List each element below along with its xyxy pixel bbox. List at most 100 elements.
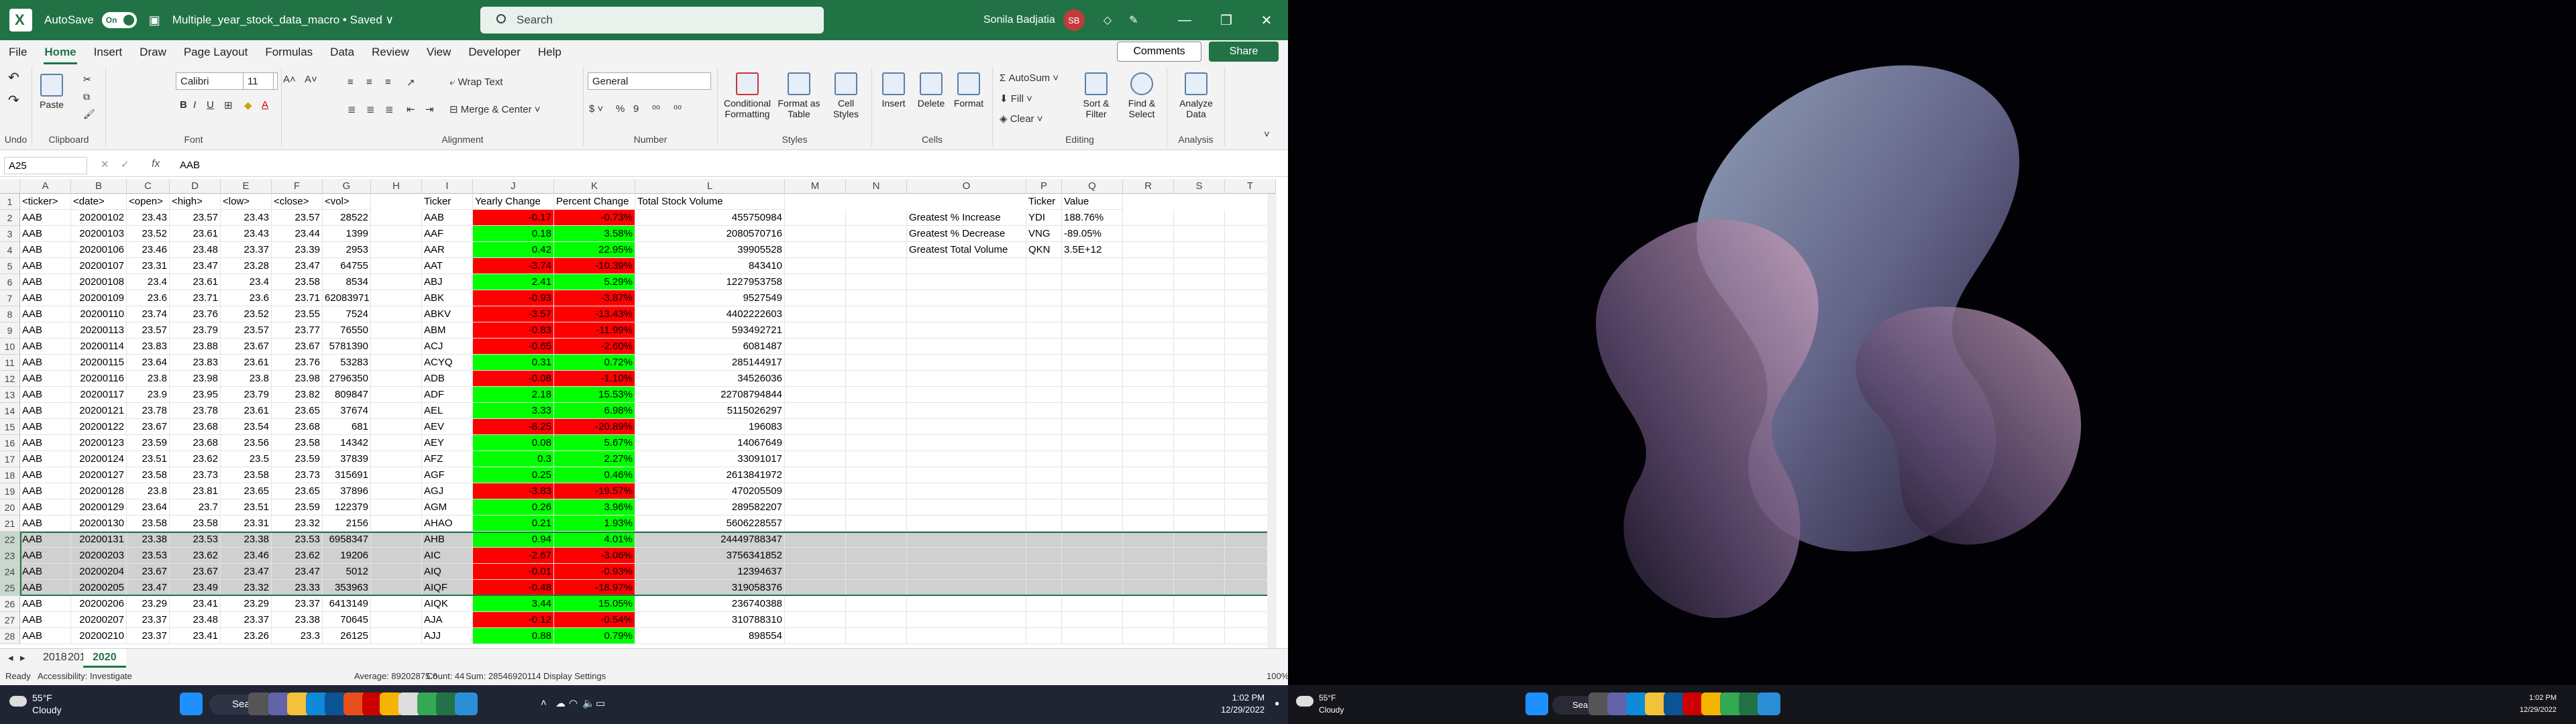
table-cell[interactable] [1062, 419, 1123, 435]
table-cell[interactable]: 23.3 [272, 628, 323, 644]
table-cell[interactable]: AJA [422, 612, 473, 628]
table-cell[interactable]: -10.39% [554, 258, 635, 274]
find-select-button[interactable]: Find & Select [1120, 72, 1163, 119]
table-cell[interactable] [1123, 483, 1174, 499]
table-cell[interactable] [846, 355, 907, 371]
table-cell[interactable]: 20200210 [71, 628, 127, 644]
table-cell[interactable]: 2156 [323, 516, 371, 532]
table-cell[interactable] [907, 387, 1026, 403]
table-cell[interactable] [371, 322, 422, 339]
number-format-select[interactable]: General [588, 72, 711, 90]
close-icon[interactable]: ✕ [1248, 0, 1285, 40]
table-cell[interactable]: AAB [20, 548, 71, 564]
diamond-icon[interactable]: ◇ [1104, 13, 1112, 27]
table-cell[interactable] [846, 290, 907, 306]
table-cell[interactable]: AAB [20, 290, 71, 306]
column-header[interactable]: L [635, 179, 785, 194]
table-cell[interactable]: 23.44 [272, 226, 323, 242]
align-right-icon[interactable]: ≣ [385, 103, 394, 115]
tab-review[interactable]: Review [363, 46, 418, 64]
table-cell[interactable]: AAB [20, 274, 71, 290]
table-cell[interactable] [846, 387, 907, 403]
table-cell[interactable]: 20200124 [71, 451, 127, 467]
table-cell[interactable]: -3.06% [554, 548, 635, 564]
table-cell[interactable]: 23.78 [127, 403, 170, 419]
table-cell[interactable]: ACJ [422, 339, 473, 355]
table-cell[interactable]: 23.43 [221, 226, 272, 242]
table-cell[interactable] [1026, 306, 1062, 322]
row-header[interactable]: 25 [0, 580, 20, 596]
table-cell[interactable]: 23.95 [170, 387, 221, 403]
table-cell[interactable]: AAB [20, 564, 71, 580]
table-cell[interactable] [785, 580, 846, 596]
autosum-button[interactable]: Σ AutoSum ˅ [1000, 72, 1059, 84]
table-cell[interactable]: 23.38 [127, 532, 170, 548]
table-cell[interactable]: 20200122 [71, 419, 127, 435]
table-cell[interactable] [1062, 612, 1123, 628]
python-icon-2[interactable] [1758, 692, 1780, 715]
table-cell[interactable] [371, 355, 422, 371]
table-cell[interactable] [1174, 339, 1225, 355]
column-header[interactable]: T [1225, 179, 1276, 194]
table-cell[interactable]: 23.73 [170, 467, 221, 483]
table-cell[interactable]: 23.57 [272, 210, 323, 226]
table-cell[interactable]: 0.94 [473, 532, 554, 548]
table-cell[interactable]: 23.79 [221, 387, 272, 403]
table-cell[interactable] [371, 290, 422, 306]
row-header[interactable]: 21 [0, 516, 20, 532]
table-cell[interactable] [1062, 403, 1123, 419]
sheet-tab-2020[interactable]: 2020 [83, 649, 126, 668]
table-cell[interactable]: 20200127 [71, 467, 127, 483]
table-cell[interactable]: 20200102 [71, 210, 127, 226]
table-cell[interactable]: 23.64 [127, 355, 170, 371]
table-cell[interactable]: AAB [20, 306, 71, 322]
table-cell[interactable]: ABM [422, 322, 473, 339]
table-cell[interactable]: AJJ [422, 628, 473, 644]
insert-button[interactable]: Insert [876, 72, 911, 109]
table-cell[interactable]: ADB [422, 371, 473, 387]
table-cell[interactable]: 14342 [323, 435, 371, 451]
table-cell[interactable]: 23.59 [127, 435, 170, 451]
formula-input[interactable]: AAB [176, 157, 1276, 174]
table-cell[interactable]: 4402222603 [635, 306, 785, 322]
table-cell[interactable] [1062, 339, 1123, 355]
table-cell[interactable]: 23.26 [221, 628, 272, 644]
display-settings-button[interactable]: Display Settings [543, 671, 606, 681]
row-header[interactable]: 28 [0, 628, 20, 644]
table-cell[interactable]: 23.47 [127, 580, 170, 596]
header-cell[interactable]: <vol> [323, 194, 371, 210]
table-cell[interactable] [907, 628, 1026, 644]
table-cell[interactable] [371, 451, 422, 467]
table-cell[interactable]: -2.60% [554, 339, 635, 355]
table-cell[interactable]: 23.64 [127, 499, 170, 516]
table-cell[interactable]: -3.83 [473, 483, 554, 499]
table-cell[interactable]: 5606228557 [635, 516, 785, 532]
table-cell[interactable]: 23.65 [272, 403, 323, 419]
table-cell[interactable] [785, 355, 846, 371]
table-cell[interactable] [1123, 387, 1174, 403]
column-header[interactable]: G [323, 179, 371, 194]
table-cell[interactable]: 285144917 [635, 355, 785, 371]
table-cell[interactable]: 23.47 [170, 258, 221, 274]
column-header[interactable]: P [1026, 179, 1062, 194]
tab-insert[interactable]: Insert [85, 46, 131, 64]
tab-data[interactable]: Data [321, 46, 363, 64]
table-cell[interactable]: 20200128 [71, 483, 127, 499]
table-cell[interactable] [907, 451, 1026, 467]
onedrive-icon[interactable]: ☁ [555, 697, 566, 709]
table-cell[interactable] [1026, 548, 1062, 564]
table-cell[interactable]: 14067649 [635, 435, 785, 451]
table-cell[interactable]: -0.08 [473, 371, 554, 387]
table-cell[interactable] [785, 371, 846, 387]
table-cell[interactable]: 23.7 [170, 499, 221, 516]
confirm-formula-icon[interactable]: ✓ [121, 158, 129, 170]
table-cell[interactable] [907, 499, 1026, 516]
table-cell[interactable]: 23.67 [127, 419, 170, 435]
table-cell[interactable]: 0.08 [473, 435, 554, 451]
row-header[interactable]: 10 [0, 339, 20, 355]
table-cell[interactable]: AIQK [422, 596, 473, 612]
table-cell[interactable] [1062, 451, 1123, 467]
table-cell[interactable]: 23.41 [170, 596, 221, 612]
table-cell[interactable]: 20200113 [71, 322, 127, 339]
table-cell[interactable] [371, 387, 422, 403]
